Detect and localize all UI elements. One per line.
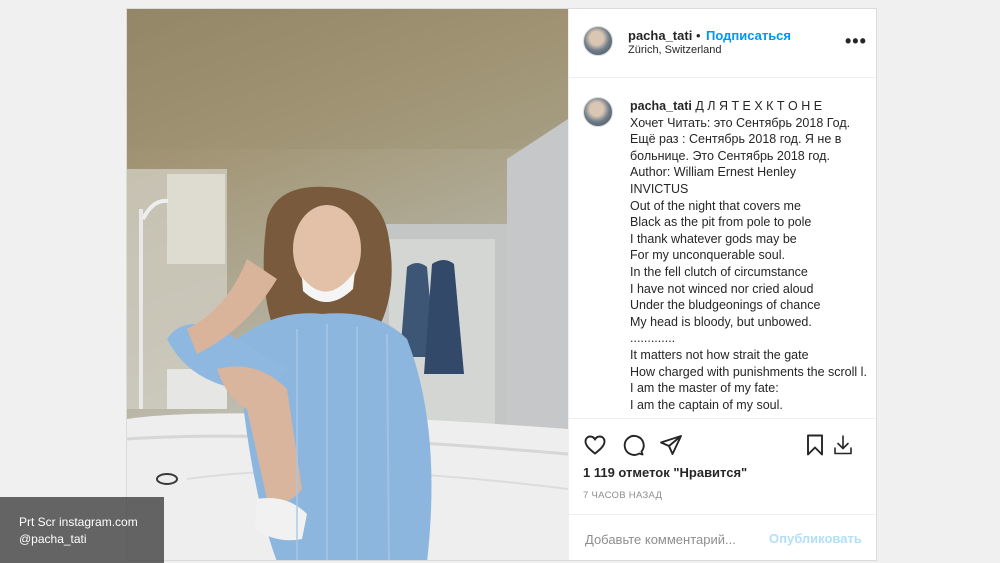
watermark-line: @pacha_tati xyxy=(19,532,87,546)
caption-line: I am the master of my fate: xyxy=(630,381,779,396)
caption-line: Under the bludgeonings of chance xyxy=(630,298,821,313)
publish-button[interactable]: Опубликовать xyxy=(769,531,862,546)
caption-line: In the fell clutch of circumstance xyxy=(630,264,808,279)
follow-button[interactable]: Подписаться xyxy=(706,28,791,43)
post-timestamp[interactable]: 7 ЧАСОВ НАЗАД xyxy=(583,490,662,501)
caption-line: Out of the night that covers me xyxy=(630,198,801,213)
caption-line: Хочет Читать: это Сентябрь 2018 Год. xyxy=(630,115,851,130)
instagram-post: pacha_tati • Подписаться Zürich, Switzer… xyxy=(126,8,877,561)
likes-count[interactable]: 1 119 отметок "Нравится" xyxy=(583,465,747,480)
header-username[interactable]: pacha_tati xyxy=(628,28,692,43)
comment-box: Опубликовать xyxy=(569,514,876,560)
caption-username[interactable]: pacha_tati xyxy=(630,99,692,113)
caption-line: I am the captain of my soul. xyxy=(630,397,783,412)
post-actions: 1 119 отметок "Нравится" 7 ЧАСОВ НАЗАД xyxy=(569,418,876,507)
caption-text: pacha_tati Д Л Я Т Е Х К Т О Н Е Хочет Ч… xyxy=(630,98,870,413)
separator-dot: • xyxy=(696,28,701,43)
bookmark-icon[interactable] xyxy=(803,433,827,462)
post-photo[interactable] xyxy=(127,9,568,560)
avatar[interactable] xyxy=(583,26,613,56)
caption-avatar[interactable] xyxy=(583,97,613,127)
caption-line: Д Л Я Т Е Х К Т О Н Е xyxy=(695,99,823,113)
caption-line: My head is bloody, but unbowed. xyxy=(630,314,812,329)
comment-icon[interactable] xyxy=(621,433,645,462)
caption-line: INVICTUS xyxy=(630,181,689,196)
share-icon[interactable] xyxy=(659,433,683,462)
watermark-line: Prt Scr instagram.com xyxy=(19,515,138,529)
caption-line: For my unconquerable soul. xyxy=(630,248,785,263)
caption-line: I thank whatever gods may be xyxy=(630,231,797,246)
caption-line: How charged with punishments the scroll … xyxy=(630,364,867,379)
caption-line: I have not winced nor cried aloud xyxy=(630,281,814,296)
comment-input[interactable] xyxy=(583,528,767,550)
caption-area[interactable]: pacha_tati Д Л Я Т Е Х К Т О Н Е Хочет Ч… xyxy=(569,78,876,418)
caption-line: ............. xyxy=(630,331,676,346)
caption-line: Author: William Ernest Henley xyxy=(630,165,797,180)
caption-line: It matters not how strait the gate xyxy=(630,347,809,362)
screenshot-watermark: Prt Scr instagram.com @pacha_tati xyxy=(0,497,164,563)
location-link[interactable]: Zürich, Switzerland xyxy=(628,44,722,56)
post-header: pacha_tati • Подписаться Zürich, Switzer… xyxy=(569,9,876,78)
heart-icon[interactable] xyxy=(583,433,607,462)
caption-line: Ещё раз : Сентябрь 2018 год. Я не в боль… xyxy=(630,132,842,163)
photo-illustration xyxy=(127,9,568,560)
download-icon[interactable] xyxy=(831,433,855,462)
more-options-icon[interactable]: ••• xyxy=(845,31,867,52)
post-side-panel: pacha_tati • Подписаться Zürich, Switzer… xyxy=(568,9,876,560)
caption-line: Black as the pit from pole to pole xyxy=(630,215,812,230)
